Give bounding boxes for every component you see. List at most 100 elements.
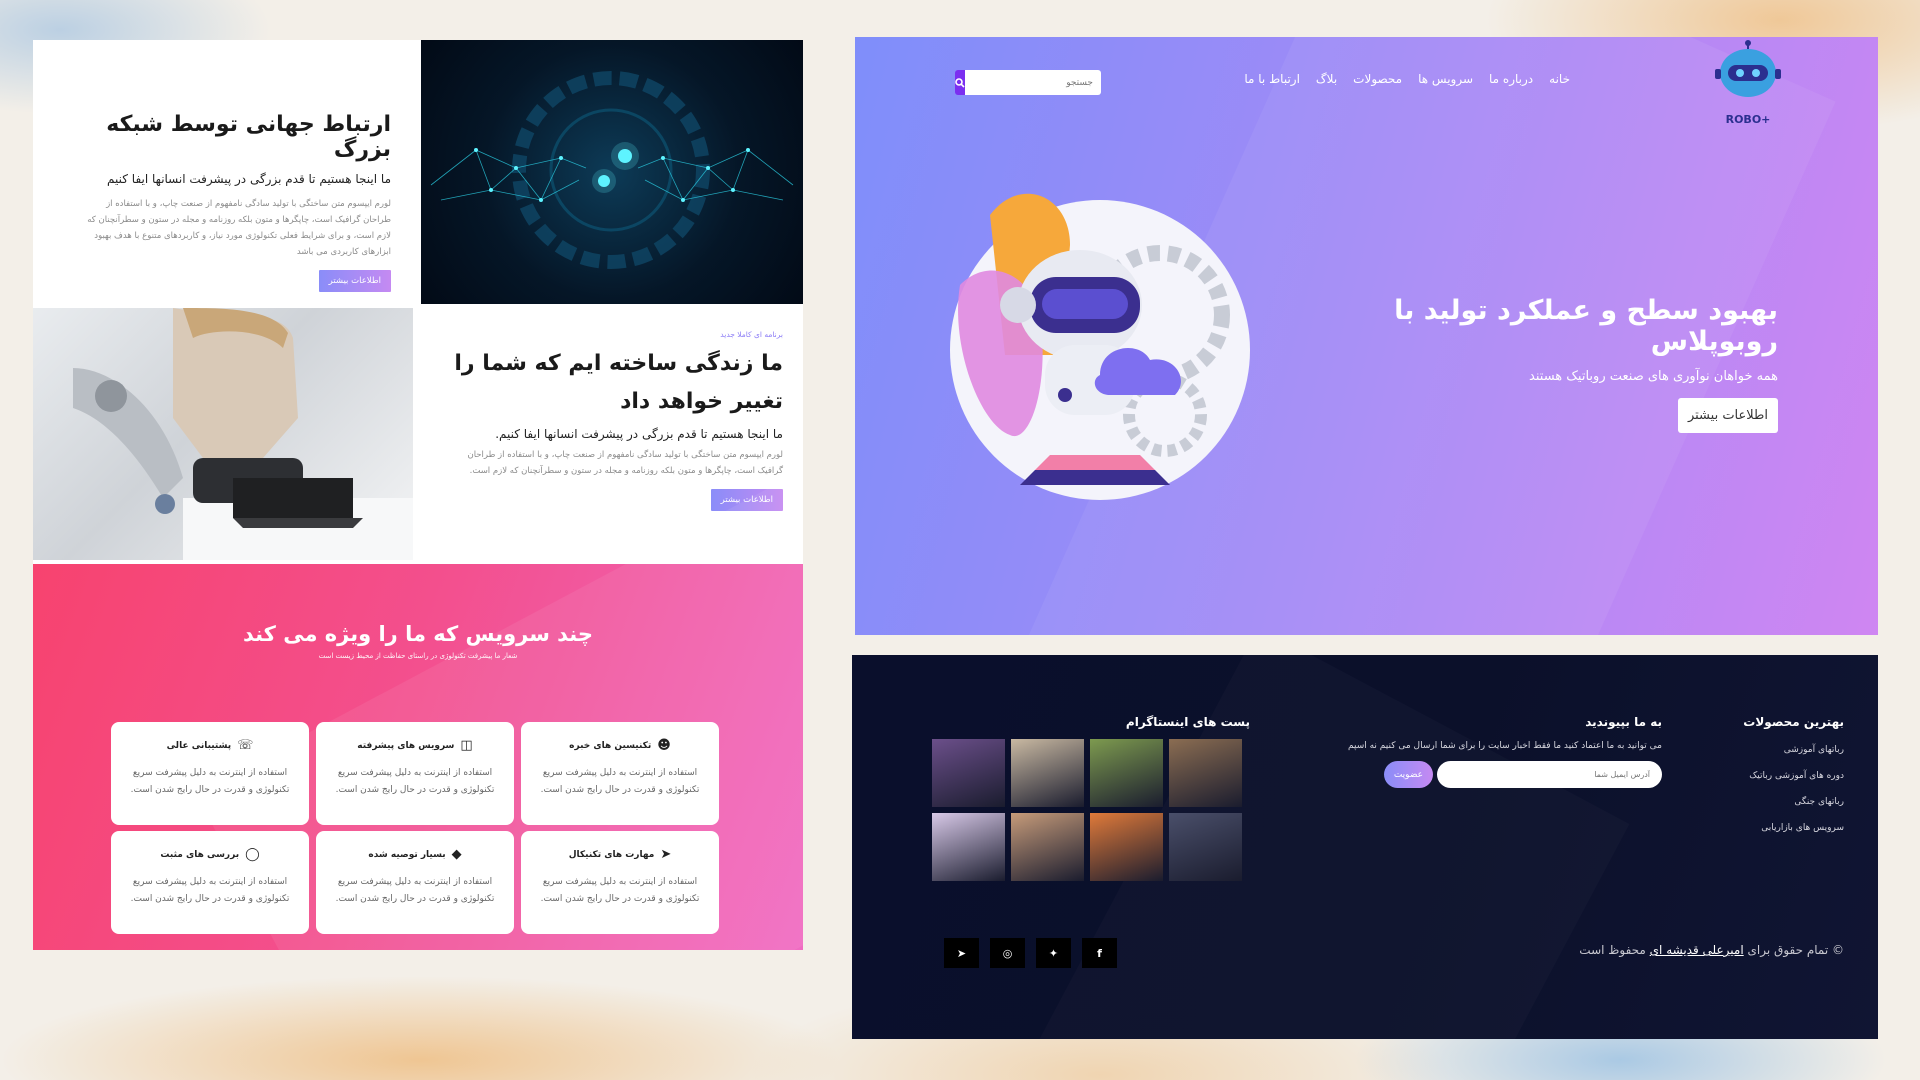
copyright-author-link[interactable]: امیرعلی قدیشه ای (1650, 943, 1744, 957)
nav-item-blog[interactable]: بلاگ (1316, 72, 1337, 86)
instagram-grid (932, 739, 1250, 881)
logo-text: ROBO+ (1725, 113, 1771, 126)
network-hands-image (421, 40, 803, 304)
about-block-subtitle: ما اینجا هستیم تا قدم بزرگی در پیشرفت ان… (107, 172, 391, 186)
search-input[interactable] (965, 70, 1101, 95)
service-cards: ☻ تکنیسین های خبره استفاده از اینترنت به… (111, 722, 719, 934)
service-card[interactable]: ➤ مهارت های تکنیکال استفاده از اینترنت ب… (521, 831, 719, 934)
search-icon (955, 77, 965, 88)
footer-product-link[interactable]: رباتهای آموزشی (1704, 745, 1844, 755)
services-title: چند سرویس که ما را ویژه می کند (242, 622, 594, 646)
service-card[interactable]: ◆ بسیار توصیه شده استفاده از اینترنت به … (316, 831, 514, 934)
service-card-title-row: ➤ مهارت های تکنیکال (537, 847, 703, 862)
newsletter-form: عضویت (1322, 761, 1662, 788)
hero-subtitle: همه خواهان نوآوری های صنعت روباتیک هستند (1529, 369, 1778, 384)
nav-item-about[interactable]: درباره ما (1489, 72, 1533, 86)
instagram-thumbnail[interactable] (932, 739, 1005, 807)
hero-text: بهبود سطح و عملکرد تولید با روبوپلاس همه… (1258, 295, 1778, 433)
server-icon: ◫ (460, 738, 473, 753)
service-card-title-row: ◆ بسیار توصیه شده (332, 847, 498, 862)
instagram-thumbnail[interactable] (1090, 739, 1163, 807)
hero-title: بهبود سطح و عملکرد تولید با روبوپلاس (1394, 295, 1778, 357)
service-card-title-row: ☻ تکنیسین های خبره (537, 738, 703, 753)
instagram-thumbnail[interactable] (932, 813, 1005, 881)
dribbble-icon[interactable]: ◎ (990, 938, 1025, 968)
newsletter-title: به ما بپیوندید (1585, 715, 1662, 729)
service-card[interactable]: ☏ پشتیبانی عالی استفاده از اینترنت به دل… (111, 722, 309, 825)
service-card[interactable]: ◫ سرویس های پیشرفته استفاده از اینترنت ب… (316, 722, 514, 825)
services-section: چند سرویس که ما را ویژه می کند شعار ما پ… (33, 564, 803, 950)
instagram-thumbnail[interactable] (1011, 739, 1084, 807)
nav-item-home[interactable]: خانه (1549, 72, 1570, 86)
twitter-icon[interactable]: ✦ (1036, 938, 1071, 968)
newsletter-desc: می توانید به ما اعتماد کنید ما فقط اخبار… (1347, 741, 1662, 751)
instagram-title: پست های اینستاگرام (1125, 715, 1250, 729)
instagram-thumbnail[interactable] (1169, 739, 1242, 807)
service-card-title-row: ◯ بررسی های مثبت (127, 847, 293, 862)
service-card-title-row: ☏ پشتیبانی عالی (127, 738, 293, 753)
footer-instagram: پست های اینستاگرام (932, 715, 1250, 881)
email-field[interactable] (1437, 761, 1662, 788)
service-card-desc: استفاده از اینترنت به دلیل پیشرفت سریع ت… (130, 768, 290, 795)
service-card-title: بسیار توصیه شده (368, 849, 446, 860)
rocket-icon: ➤ (660, 847, 672, 862)
network-hands-illustration (430, 71, 794, 269)
robot-logo-icon (1715, 40, 1781, 97)
instagram-thumbnail[interactable] (1090, 813, 1163, 881)
social-links: f ✦ ◎ ➤ (944, 938, 1117, 968)
services-tagline: شعار ما پیشرفت تکنولوژی در راستای حفاظت … (318, 652, 518, 660)
service-card-desc: استفاده از اینترنت به دلیل پیشرفت سریع ت… (540, 877, 700, 904)
about-kicker: برنامه ای کاملا جدید (720, 330, 783, 339)
about-block-body: لورم ایپسوم متن ساختگی با تولید سادگی نا… (467, 450, 783, 476)
service-card-desc: استفاده از اینترنت به دلیل پیشرفت سریع ت… (335, 768, 495, 795)
search-button[interactable] (955, 70, 965, 95)
vr-robot-art (950, 193, 1250, 500)
footer-products-list: رباتهای آموزشی دوره های آموزشی رباتیک رب… (1704, 745, 1844, 833)
instagram-thumbnail[interactable] (1011, 813, 1084, 881)
service-card-title: بررسی های مثبت (160, 849, 240, 860)
about-block-body: لورم ایپسوم متن ساختگی با تولید سادگی نا… (87, 199, 391, 257)
telegram-icon[interactable]: ➤ (944, 938, 979, 968)
search-box (955, 70, 1101, 95)
comment-icon: ◯ (245, 847, 260, 862)
copyright-suffix: محفوظ است (1579, 943, 1646, 957)
diamond-icon: ◆ (451, 847, 462, 862)
more-info-button[interactable]: اطلاعات بیشتر (318, 270, 391, 292)
robot-arm-man-photo (33, 308, 413, 560)
facebook-icon[interactable]: f (1082, 938, 1117, 968)
user-icon: ☻ (657, 738, 671, 753)
service-card-title: مهارت های تکنیکال (568, 849, 655, 860)
nav-item-products[interactable]: محصولات (1353, 72, 1402, 86)
about-panel: ارتباط جهانی توسط شبکه بزرگ ما اینجا هست… (33, 40, 803, 950)
subscribe-button[interactable]: عضویت (1383, 761, 1433, 788)
service-card-desc: استفاده از اینترنت به دلیل پیشرفت سریع ت… (335, 877, 495, 904)
footer-product-link[interactable]: رباتهای جنگی (1704, 797, 1844, 807)
about-block-title: ارتباط جهانی توسط شبکه بزرگ (106, 112, 391, 162)
copyright-prefix: © تمام حقوق برای (1747, 943, 1845, 957)
service-card-title: سرویس های پیشرفته (357, 740, 455, 751)
logo[interactable]: ROBO+ (1713, 39, 1783, 126)
service-card[interactable]: ☻ تکنیسین های خبره استفاده از اینترنت به… (521, 722, 719, 825)
footer-products: بهترین محصولات رباتهای آموزشی دوره های آ… (1704, 715, 1844, 849)
footer-panel: بهترین محصولات رباتهای آموزشی دوره های آ… (852, 655, 1878, 1039)
copyright: © تمام حقوق برای امیرعلی قدیشه ای محفوظ … (1579, 943, 1844, 957)
footer-newsletter: به ما بپیوندید می توانید به ما اعتماد کن… (1322, 715, 1662, 788)
footer-product-link[interactable]: سرویس های بازاریابی (1704, 823, 1844, 833)
footer-product-link[interactable]: دوره های آموزشی رباتیک (1704, 771, 1844, 781)
service-card-title: تکنیسین های خبره (569, 740, 652, 751)
phone-icon: ☏ (237, 738, 254, 753)
instagram-thumbnail[interactable] (1169, 813, 1242, 881)
service-card-desc: استفاده از اینترنت به دلیل پیشرفت سریع ت… (540, 768, 700, 795)
service-card-desc: استفاده از اینترنت به دلیل پیشرفت سریع ت… (130, 877, 290, 904)
footer-products-title: بهترین محصولات (1743, 715, 1844, 729)
nav-item-services[interactable]: سرویس ها (1418, 72, 1473, 86)
nav-item-contact[interactable]: ارتباط با ما (1244, 72, 1300, 86)
service-card[interactable]: ◯ بررسی های مثبت استفاده از اینترنت به د… (111, 831, 309, 934)
about-block-title: ما زندگی ساخته ایم که شما را تغییر خواهد… (454, 351, 783, 414)
hero-more-info-button[interactable]: اطلاعات بیشتر (1677, 398, 1778, 433)
about-block-subtitle: ما اینجا هستیم تا قدم بزرگی در پیشرفت ان… (495, 427, 783, 441)
main-nav: خانه درباره ما سرویس ها محصولات بلاگ ارت… (1244, 72, 1570, 86)
service-card-title: پشتیبانی عالی (166, 740, 232, 751)
about-block-global: ارتباط جهانی توسط شبکه بزرگ ما اینجا هست… (33, 40, 421, 308)
vr-robot-illustration (950, 185, 1250, 505)
